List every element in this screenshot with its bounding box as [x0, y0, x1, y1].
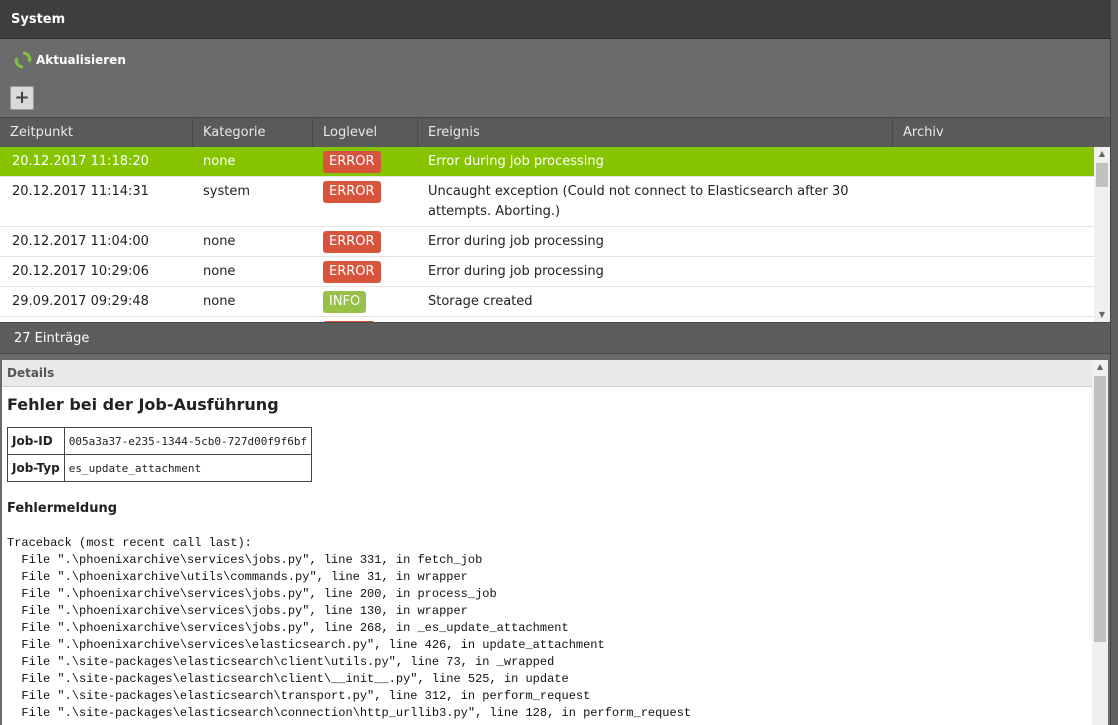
panel-title: System: [11, 12, 66, 27]
log-table-body: 20.12.2017 11:18:20 none ERROR Error dur…: [0, 147, 1094, 322]
cell-time: 20.12.2017 11:04:00: [12, 234, 149, 249]
cell-category: none: [203, 264, 236, 279]
loglevel-badge: ERROR: [323, 231, 381, 253]
details-scrollbar[interactable]: ▲: [1092, 360, 1108, 725]
cell-event: Error during job processing: [428, 154, 604, 169]
system-panel: System Aktualisieren + Zeitpunkt Kategor…: [0, 0, 1111, 725]
refresh-icon: [14, 51, 32, 69]
loglevel-badge: ERROR: [323, 151, 381, 173]
table-row[interactable]: 29.09.2017 09:29:48 none INFO Storage cr…: [0, 287, 1094, 317]
cell-event: Error during job processing: [428, 264, 604, 279]
details-panel: Details Fehler bei der Job-Ausführung Jo…: [2, 360, 1108, 725]
entry-count: 27 Einträge: [14, 331, 90, 346]
cell-category: none: [203, 294, 236, 309]
details-title: Fehler bei der Job-Ausführung: [7, 395, 279, 414]
table-row[interactable]: 20.12.2017 10:29:06 none ERROR Error dur…: [0, 257, 1094, 287]
column-header-loglevel[interactable]: Loglevel: [313, 118, 418, 148]
column-header-zeitpunkt[interactable]: Zeitpunkt: [0, 118, 193, 148]
scroll-down-icon[interactable]: ▼: [1094, 308, 1110, 322]
scrollbar-thumb[interactable]: [1096, 163, 1108, 187]
job-info-table: Job-ID 005a3a37-e235-1344-5cb0-727d00f9f…: [7, 427, 313, 482]
table-row[interactable]: 20.12.2017 11:18:20 none ERROR Error dur…: [0, 147, 1094, 177]
column-header-archiv[interactable]: Archiv: [893, 118, 1110, 148]
cell-category: none: [203, 154, 236, 169]
cell-time: 20.12.2017 11:14:31: [12, 184, 149, 199]
loglevel-badge: INFO: [323, 291, 367, 313]
table-row[interactable]: 20.12.2017 11:04:00 none ERROR Error dur…: [0, 227, 1094, 257]
cell-event: Storage created: [428, 294, 533, 309]
job-id-value: 005a3a37-e235-1344-5cb0-727d00f9f6bf: [63, 427, 313, 455]
table-row[interactable]: 20.12.2017 11:14:31 system ERROR Uncaugh…: [0, 177, 1094, 227]
cell-category: system: [203, 184, 250, 199]
job-id-label: Job-ID: [7, 427, 65, 455]
cell-event: Error during job processing: [428, 234, 604, 249]
traceback-text: Traceback (most recent call last): File …: [7, 536, 692, 720]
cell-time: 29.09.2017 09:29:48: [12, 294, 149, 309]
error-message-label: Fehlermeldung: [7, 501, 118, 516]
scroll-up-icon[interactable]: ▲: [1092, 360, 1108, 374]
details-header: Details: [2, 360, 1092, 387]
loglevel-badge: ERROR: [323, 181, 381, 203]
scroll-up-icon[interactable]: ▲: [1094, 147, 1110, 161]
toolbar: Aktualisieren +: [0, 39, 1110, 117]
table-scrollbar[interactable]: ▲ ▼: [1094, 147, 1110, 322]
table-footer: 27 Einträge: [0, 322, 1110, 354]
job-type-label: Job-Typ: [7, 454, 65, 482]
column-header-ereignis[interactable]: Ereignis: [418, 118, 893, 148]
refresh-label: Aktualisieren: [36, 53, 126, 67]
refresh-button[interactable]: Aktualisieren: [14, 50, 126, 70]
table-header: Zeitpunkt Kategorie Loglevel Ereignis Ar…: [0, 117, 1110, 148]
panel-titlebar: System: [0, 0, 1110, 39]
job-type-value: es_update_attachment: [63, 454, 313, 482]
cell-time: 20.12.2017 11:18:20: [12, 154, 149, 169]
cell-category: none: [203, 234, 236, 249]
scrollbar-thumb[interactable]: [1094, 376, 1106, 642]
add-button[interactable]: +: [10, 86, 34, 110]
cell-time: 20.12.2017 10:29:06: [12, 264, 149, 279]
details-header-label: Details: [7, 366, 55, 380]
cell-event: Uncaught exception (Could not connect to…: [428, 184, 849, 219]
column-header-kategorie[interactable]: Kategorie: [193, 118, 313, 148]
loglevel-badge: ERROR: [323, 261, 381, 283]
plus-icon: +: [14, 87, 30, 108]
